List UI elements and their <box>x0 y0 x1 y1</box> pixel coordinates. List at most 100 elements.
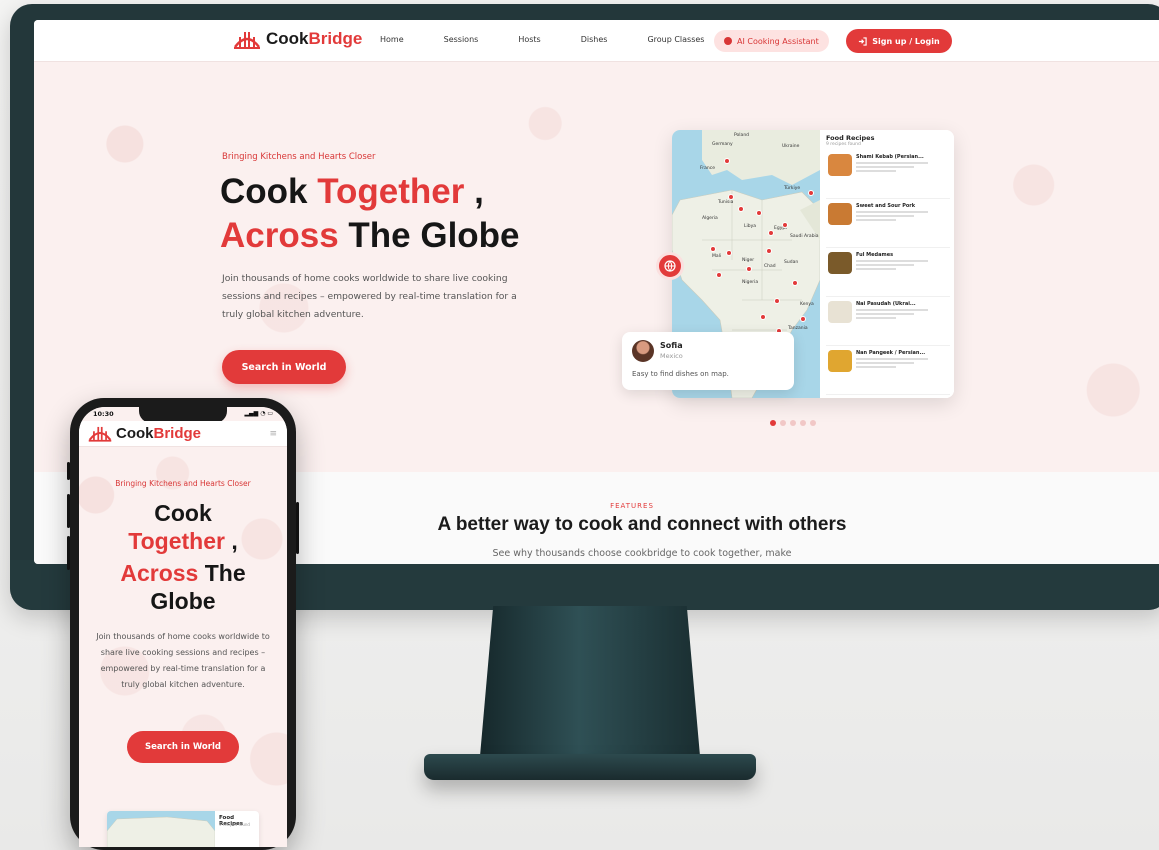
map-label-saudi-arabia: Saudi Arabia <box>790 234 819 239</box>
hero-description: Join thousands of home cooks worldwide t… <box>222 273 517 320</box>
ai-cooking-assistant-label: AI Cooking Assistant <box>737 36 819 46</box>
map-label-mali: Mali <box>712 254 722 259</box>
recipe-item[interactable]: Shami Kebab (Persian... <box>826 150 950 199</box>
map-pin[interactable] <box>800 316 806 322</box>
recipe-item[interactable]: Ful Medames <box>826 248 950 297</box>
hero-title: Cook Together , Across The Globe <box>220 172 520 255</box>
map-label-poland: Poland <box>734 133 750 138</box>
map-label-ukraine: Ukraine <box>782 144 800 149</box>
bridge-logo-icon <box>234 32 260 49</box>
carousel-dot[interactable] <box>780 420 786 426</box>
recipe-name: Shami Kebab (Persian... <box>856 154 924 160</box>
recipe-item[interactable]: Nan Pangeek / Persian... <box>826 346 950 395</box>
map-pin[interactable] <box>724 158 730 164</box>
phone-navbar: CookBridge ≡ <box>79 421 287 447</box>
recipe-item[interactable]: Nai Pasudah (Ukrai... <box>826 297 950 346</box>
map-pin[interactable] <box>774 298 780 304</box>
map-pin[interactable] <box>746 266 752 272</box>
carousel-dot[interactable] <box>790 420 796 426</box>
map-pin[interactable] <box>782 222 788 228</box>
bridge-logo-icon <box>88 426 112 442</box>
food-recipes-title: Food Recipes <box>826 134 875 142</box>
map-label-libya: Libya <box>744 224 757 229</box>
phone-time: 10:30 <box>93 410 114 418</box>
map-label-turkiye: Türkiye <box>784 186 801 191</box>
nav-links: Home Sessions Hosts Dishes Group Classes <box>380 35 744 44</box>
recipe-thumbnail <box>828 350 852 372</box>
map-pin[interactable] <box>808 190 814 196</box>
phone-frame: 10:30 ▂▄▆ ◔ ▭ CookBridge ≡ Bringing Kitc… <box>67 398 299 850</box>
search-in-world-button[interactable]: Search in World <box>222 350 346 384</box>
recipe-name: Nan Pangeek / Persian... <box>856 350 926 356</box>
map-pin[interactable] <box>728 194 734 200</box>
map-pin[interactable] <box>766 248 772 254</box>
monitor-stand-neck <box>480 606 700 756</box>
testimonial-text: Easy to find dishes on map. <box>632 370 729 378</box>
ai-cooking-assistant-button[interactable]: AI Cooking Assistant <box>714 30 829 52</box>
map-label-kenya: Kenya <box>800 302 814 307</box>
signup-login-label: Sign up / Login <box>872 36 940 46</box>
nav-link-sessions[interactable]: Sessions <box>444 35 479 44</box>
recipe-item[interactable]: Sweet and Sour Pork <box>826 199 950 248</box>
globe-icon <box>664 260 676 272</box>
phone-screen: 10:30 ▂▄▆ ◔ ▭ CookBridge ≡ Bringing Kitc… <box>79 407 287 847</box>
map-pin[interactable] <box>760 314 766 320</box>
map-label-algeria: Algeria <box>702 216 718 221</box>
phone-side-button <box>67 462 70 480</box>
phone-search-in-world-button[interactable]: Search in World <box>127 731 239 763</box>
phone-hero-title: Cook Together , Across The Globe <box>120 500 246 614</box>
recipe-thumbnail <box>828 203 852 225</box>
hamburger-menu-icon[interactable]: ≡ <box>269 429 277 439</box>
phone-brand-name: CookBridge <box>116 424 202 442</box>
map-pin[interactable] <box>768 230 774 236</box>
ai-icon <box>724 37 732 45</box>
phone-hero-tagline: Bringing Kitchens and Hearts Closer <box>115 479 251 488</box>
map-pin[interactable] <box>716 272 722 278</box>
phone-map-preview: Food Recipes 9 recipes found <box>107 811 259 847</box>
phone-map-land <box>107 816 216 847</box>
globe-button[interactable] <box>656 252 684 280</box>
map-pin[interactable] <box>756 210 762 216</box>
phone-brand-logo[interactable]: CookBridge <box>87 424 201 442</box>
avatar <box>632 340 654 362</box>
map-label-chad: Chad <box>764 264 776 269</box>
brand-logo[interactable]: CookBridge <box>232 29 362 49</box>
phone-food-recipes-count: 9 recipes found <box>219 822 250 827</box>
nav-link-dishes[interactable]: Dishes <box>581 35 608 44</box>
map-pin[interactable] <box>738 206 744 212</box>
monitor-stand-base <box>424 754 756 780</box>
recipe-name: Ful Medames <box>856 252 894 258</box>
phone-world-map[interactable] <box>107 811 216 847</box>
map-label-sudan: Sudan <box>784 260 799 265</box>
carousel-dot[interactable] <box>810 420 816 426</box>
carousel-dot[interactable] <box>770 420 776 426</box>
hero-tagline: Bringing Kitchens and Hearts Closer <box>222 152 376 162</box>
nav-link-group-classes[interactable]: Group Classes <box>647 35 704 44</box>
map-label-tunisia: Tunisia <box>718 200 734 205</box>
brand-name: CookBridge <box>266 29 363 48</box>
food-recipes-count: 9 recipes found <box>826 142 861 147</box>
phone-status-icons: ▂▄▆ ◔ ▭ <box>244 410 273 417</box>
signup-login-button[interactable]: Sign up / Login <box>846 29 952 53</box>
food-recipes-panel: Food Recipes 9 recipes found Shami Kebab… <box>822 130 954 398</box>
recipe-thumbnail <box>828 301 852 323</box>
map-label-niger: Niger <box>742 258 755 263</box>
nav-link-home[interactable]: Home <box>380 35 404 44</box>
phone-side-button <box>67 494 70 528</box>
map-pin[interactable] <box>792 280 798 286</box>
testimonial-card: Sofia Mexico Easy to find dishes on map. <box>622 332 794 390</box>
nav-link-hosts[interactable]: Hosts <box>518 35 540 44</box>
top-navbar: CookBridge Home Sessions Hosts Dishes Gr… <box>34 20 1159 62</box>
map-pin[interactable] <box>710 246 716 252</box>
recipe-name: Sweet and Sour Pork <box>856 203 916 209</box>
map-label-germany: Germany <box>712 142 733 147</box>
map-label-tanzania: Tanzania <box>788 326 808 331</box>
map-pin[interactable] <box>726 250 732 256</box>
map-label-france: France <box>700 166 715 171</box>
carousel-dots <box>770 420 816 426</box>
login-icon <box>859 36 867 46</box>
phone-side-button <box>67 536 70 570</box>
phone-hero-description: Join thousands of home cooks worldwide t… <box>96 632 270 689</box>
phone-side-button <box>296 502 299 554</box>
carousel-dot[interactable] <box>800 420 806 426</box>
